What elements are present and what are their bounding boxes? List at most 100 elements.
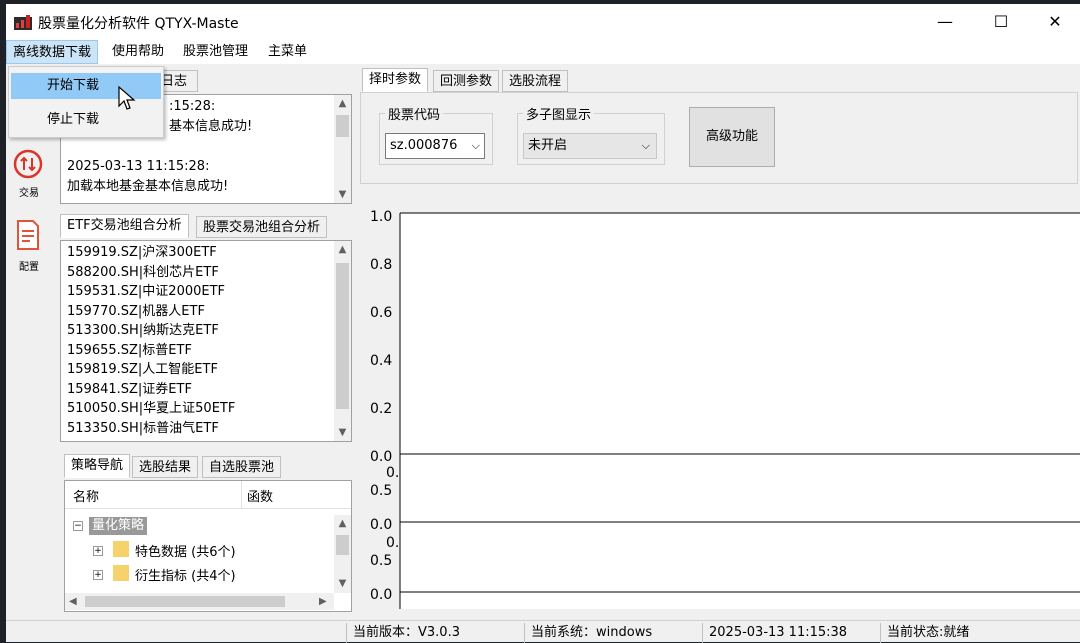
tab-pick-flow[interactable]: 选股流程: [502, 70, 569, 92]
minimize-button[interactable]: —: [922, 4, 968, 40]
tab-timing-params[interactable]: 择时参数: [362, 68, 429, 92]
log-scrollbar[interactable]: ▲ ▼: [334, 95, 351, 203]
chevron-down-icon: ⌵: [471, 139, 480, 152]
y-tick-label: 0.6: [370, 305, 393, 321]
config-label[interactable]: 配置: [6, 258, 52, 273]
list-item[interactable]: 159819.SZ|人工智能ETF: [67, 360, 218, 380]
tab-etf-pool[interactable]: ETF交易池组合分析: [60, 214, 189, 238]
y-tick-label: 1.0: [370, 209, 393, 225]
title-bar: 股票量化分析软件 QTYX-Maste — ☐ ✕: [6, 4, 1080, 40]
collapse-icon[interactable]: −: [73, 521, 83, 531]
offline-download-dropdown: 开始下载 停止下载: [8, 66, 164, 138]
tree-vscrollbar[interactable]: ▲ ▼: [334, 515, 351, 593]
log-line: 加载本地基金基本信息成功!: [67, 179, 229, 194]
timing-params-panel: 股票代码 sz.000876 ⌵ 多子图显示 未开启 ⌵ 高级功能: [360, 92, 1078, 184]
list-item[interactable]: 159531.SZ|中证2000ETF: [67, 282, 225, 302]
scroll-thumb[interactable]: [336, 263, 349, 409]
strategy-tree-panel: 名称 函数 − 量化策略 + 特色数据 (共6个) + 衍生指标 (共4个) ▲…: [64, 480, 352, 612]
list-item[interactable]: 159770.SZ|机器人ETF: [67, 302, 205, 322]
y-tick-label: 0.: [386, 465, 400, 481]
log-line: 2025-03-13 11:15:28:: [67, 159, 210, 174]
tree-hscrollbar[interactable]: ◀ ▶: [65, 593, 334, 610]
y-tick-label: 0.8: [370, 257, 393, 273]
log-line: 基本信息成功!: [169, 119, 253, 134]
tree-node[interactable]: 特色数据 (共6个): [135, 541, 236, 560]
stock-code-label: 股票代码: [385, 104, 444, 123]
list-item[interactable]: 513300.SH|纳斯达克ETF: [67, 321, 219, 341]
log-line: :15:28:: [169, 99, 216, 114]
scroll-down-icon[interactable]: ▼: [334, 575, 351, 592]
list-item[interactable]: 159841.SZ|证券ETF: [67, 380, 192, 400]
chart-area: 1.0 0.8 0.6 0.4 0.2 0.0 0. 0.5 0.0 0. 0.…: [356, 199, 1080, 609]
y-tick-label: 0.5: [370, 483, 393, 499]
stock-code-value: sz.000876: [390, 138, 458, 153]
left-toolbar: 交易 配置: [6, 64, 52, 619]
trade-label[interactable]: 交易: [6, 184, 52, 199]
scroll-down-icon[interactable]: ▼: [334, 186, 351, 203]
status-datetime: 2025-03-13 11:15:38: [702, 623, 847, 643]
scroll-thumb[interactable]: [85, 596, 285, 607]
stock-code-select[interactable]: sz.000876 ⌵: [385, 133, 485, 159]
status-version: 当前版本：V3.0.3: [346, 623, 460, 643]
scroll-up-icon[interactable]: ▲: [334, 95, 351, 112]
menu-help[interactable]: 使用帮助: [106, 40, 170, 64]
subplot-select[interactable]: 未开启 ⌵: [523, 133, 657, 159]
y-tick-label: 0.: [386, 535, 400, 551]
list-item[interactable]: 510050.SH|华夏上证50ETF: [67, 399, 235, 419]
y-tick-label: 0.4: [370, 353, 393, 369]
subplot-value: 未开启: [528, 138, 568, 153]
scroll-up-icon[interactable]: ▲: [334, 515, 351, 532]
advanced-features-button[interactable]: 高级功能: [689, 107, 775, 167]
menu-stop-download[interactable]: 停止下载: [11, 107, 161, 133]
app-window: 股票量化分析软件 QTYX-Maste — ☐ ✕ 离线数据下载 使用帮助 股票…: [6, 4, 1080, 643]
folder-icon: [113, 565, 129, 581]
tab-strategy-nav[interactable]: 策略导航: [64, 454, 131, 478]
status-bar: 当前版本：V3.0.3 当前系统：windows 2025-03-13 11:1…: [6, 620, 1080, 643]
etf-scrollbar[interactable]: ▲ ▼: [334, 241, 351, 441]
tree-root[interactable]: 量化策略: [89, 517, 148, 535]
status-system: 当前系统：windows: [524, 623, 652, 643]
scroll-left-icon[interactable]: ◀: [69, 593, 77, 610]
tab-pick-results[interactable]: 选股结果: [132, 456, 199, 478]
y-tick-label: 0.0: [370, 449, 393, 465]
chevron-down-icon: ⌵: [641, 139, 650, 152]
subplot-label: 多子图显示: [523, 104, 595, 123]
window-title: 股票量化分析软件 QTYX-Maste: [38, 16, 239, 32]
y-tick-label: 0.0: [370, 517, 393, 533]
chart-canvas: [399, 212, 1080, 609]
status-state: 当前状态:就绪: [880, 623, 969, 643]
maximize-button[interactable]: ☐: [978, 4, 1024, 40]
y-tick-label: 0.0: [370, 587, 393, 603]
list-item[interactable]: 159919.SZ|沪深300ETF: [67, 243, 217, 263]
menu-bar: 离线数据下载 使用帮助 股票池管理 主菜单: [6, 40, 1080, 64]
tab-stock-pool[interactable]: 股票交易池组合分析: [196, 216, 328, 238]
trade-icon[interactable]: [13, 149, 43, 179]
folder-icon: [113, 541, 129, 557]
list-item[interactable]: 588200.SH|科创芯片ETF: [67, 263, 219, 283]
tree-node[interactable]: 衍生指标 (共4个): [135, 565, 236, 584]
menu-pool-manage[interactable]: 股票池管理: [177, 40, 254, 64]
column-header-func[interactable]: 函数: [247, 486, 273, 505]
mouse-cursor-icon: [118, 86, 136, 110]
expand-icon[interactable]: +: [93, 546, 103, 556]
close-button[interactable]: ✕: [1032, 4, 1078, 40]
etf-list-panel: 159919.SZ|沪深300ETF 588200.SH|科创芯片ETF 159…: [60, 240, 352, 442]
app-logo-icon: [14, 15, 32, 30]
menu-start-download[interactable]: 开始下载: [11, 73, 161, 99]
menu-main[interactable]: 主菜单: [262, 40, 313, 64]
menu-offline-download[interactable]: 离线数据下载: [6, 40, 99, 64]
tab-backtest-params[interactable]: 回测参数: [433, 70, 500, 92]
config-icon[interactable]: [15, 219, 41, 251]
scroll-down-icon[interactable]: ▼: [334, 424, 351, 441]
list-item[interactable]: 513350.SH|标普油气ETF: [67, 419, 219, 439]
scroll-right-icon[interactable]: ▶: [319, 593, 327, 610]
scroll-up-icon[interactable]: ▲: [334, 241, 351, 258]
scroll-thumb[interactable]: [336, 115, 349, 137]
tab-custom-pool[interactable]: 自选股票池: [202, 456, 282, 478]
expand-icon[interactable]: +: [93, 570, 103, 580]
tree-header: 名称 函数: [65, 481, 351, 509]
list-item[interactable]: 159655.SZ|标普ETF: [67, 341, 192, 361]
y-tick-label: 0.2: [370, 401, 393, 417]
column-header-name[interactable]: 名称: [73, 486, 99, 505]
scroll-thumb[interactable]: [336, 535, 349, 555]
